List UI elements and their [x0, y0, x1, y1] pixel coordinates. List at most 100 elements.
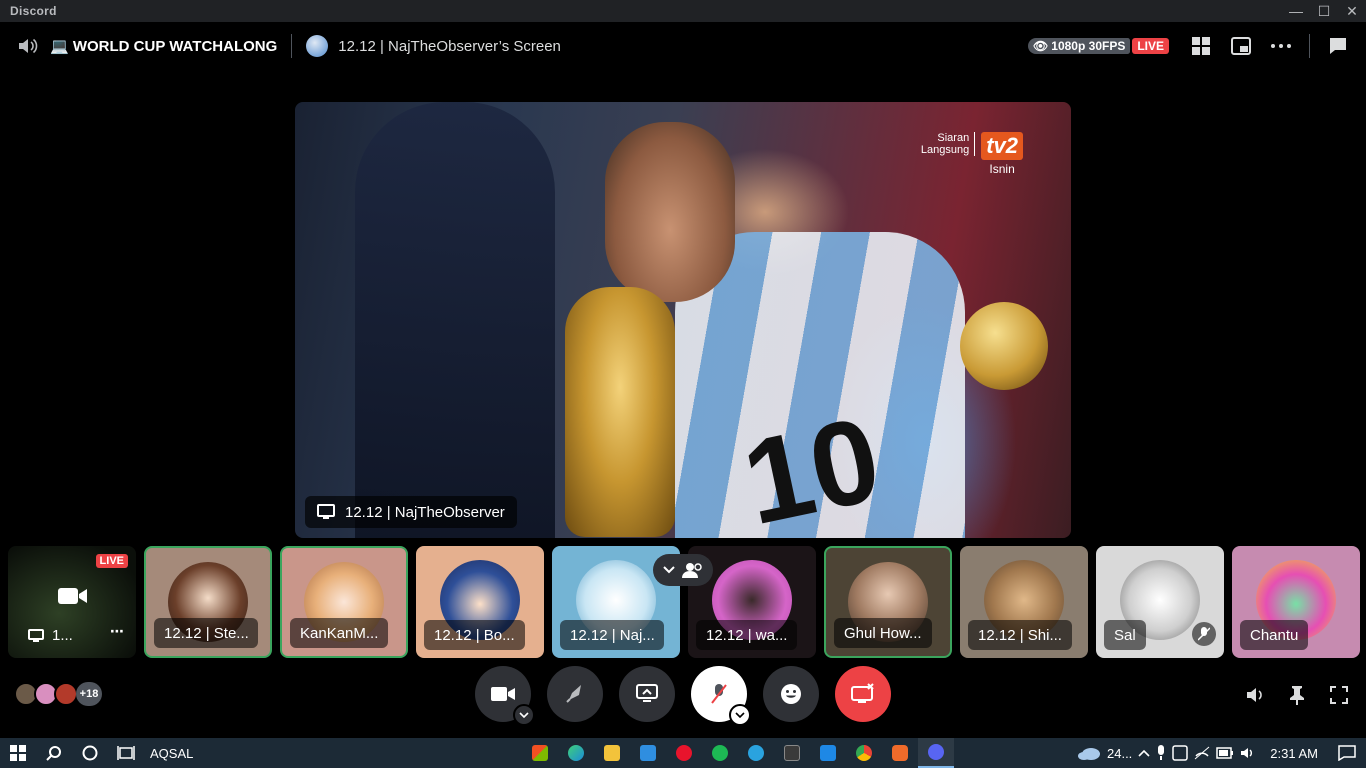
mute-button[interactable]: [691, 666, 751, 726]
task-view-button[interactable]: [108, 738, 144, 768]
video-camera-icon: [491, 687, 515, 701]
siaran-text: Siaran: [937, 132, 970, 144]
camera-button[interactable]: [475, 666, 535, 726]
eye-icon: 👁: [1033, 39, 1049, 53]
header-divider: [291, 34, 293, 58]
cortana-button[interactable]: [72, 738, 108, 768]
participant-tile[interactable]: Chantu: [1232, 546, 1360, 658]
stream-owner-label: 12.12 | NajTheObserver: [305, 496, 517, 528]
start-button[interactable]: [0, 738, 36, 768]
muted-mic-icon: [1192, 622, 1216, 646]
participant-name: 12.12 | Naj...: [560, 620, 664, 650]
soundboard-button[interactable]: [763, 666, 819, 722]
speaker-icon[interactable]: [1240, 746, 1256, 760]
broadcast-logo: Siaran Langsung tv2 Isnin: [921, 132, 1023, 176]
window-titlebar: Discord — ☐ ✕: [0, 0, 1366, 22]
participant-name: KanKanM...: [290, 618, 389, 648]
close-button[interactable]: ✕: [1338, 0, 1366, 22]
player-head: [605, 122, 735, 302]
tv2-logo: tv2: [981, 132, 1023, 160]
telegram-app-icon[interactable]: [738, 738, 774, 768]
fullscreen-icon[interactable]: [1322, 678, 1356, 712]
stream-quality-text: 1080p 30FPS: [1051, 39, 1126, 53]
battery-icon[interactable]: [1216, 747, 1234, 759]
stop-stream-button[interactable]: [835, 666, 891, 722]
file-explorer-icon[interactable]: [594, 738, 630, 768]
camera-options-button[interactable]: [513, 704, 535, 726]
call-header: 💻 WORLD CUP WATCHALONG 12.12 | NajTheObs…: [0, 22, 1366, 70]
screen-share-icon: [317, 504, 335, 519]
terminal-app-icon[interactable]: [774, 738, 810, 768]
store-app-icon[interactable]: [522, 738, 558, 768]
stop-screen-share-icon: [851, 683, 874, 703]
broadcast-day: Isnin: [989, 162, 1015, 176]
pin-icon[interactable]: [1280, 678, 1314, 712]
screen-share-icon: [28, 628, 44, 642]
windows-taskbar: AQSAL 24... 2:31 AM: [0, 738, 1366, 768]
voice-channel-icon: [16, 34, 40, 58]
live-badge: LIVE: [1132, 38, 1169, 54]
more-options-icon[interactable]: [1261, 26, 1301, 66]
voice-members-stack[interactable]: +18: [14, 682, 102, 706]
window-controls: — ☐ ✕: [1282, 0, 1366, 22]
expand-participants-button[interactable]: [653, 554, 713, 586]
stream-quality-badge: 👁 1080p 30FPS: [1028, 38, 1131, 54]
microphone-icon[interactable]: [1156, 745, 1166, 761]
chevron-down-icon: [519, 712, 529, 718]
main-stream-video[interactable]: 10 Siaran Langsung tv2 Isnin 12.12 | Naj…: [295, 102, 1071, 538]
smile-icon: [781, 684, 801, 704]
participant-name: 12.12 | Bo...: [424, 620, 525, 650]
video-camera-icon: [58, 586, 88, 611]
participant-tile[interactable]: Ghul How...: [824, 546, 952, 658]
header-right: 👁 1080p 30FPS LIVE: [1028, 22, 1366, 70]
spotify-app-icon[interactable]: [702, 738, 738, 768]
chrome-app-icon[interactable]: [846, 738, 882, 768]
langsung-text: Langsung: [920, 144, 970, 156]
jersey-number: 10: [732, 391, 891, 538]
more-members-count: +18: [76, 682, 102, 706]
chevron-up-icon[interactable]: [1138, 749, 1150, 757]
notification-icon[interactable]: [1338, 745, 1356, 761]
activities-button[interactable]: [547, 666, 603, 722]
sketch-app-icon[interactable]: [882, 738, 918, 768]
task-view-icon: [117, 746, 135, 760]
grid-layout-icon[interactable]: [1181, 26, 1221, 66]
background-person: [355, 102, 555, 538]
maximize-button[interactable]: ☐: [1310, 0, 1338, 22]
opera-app-icon[interactable]: [666, 738, 702, 768]
participant-name: 12.12 | Ste...: [154, 618, 258, 648]
popout-icon[interactable]: [1221, 26, 1261, 66]
weather-text[interactable]: 24...: [1107, 746, 1132, 761]
participant-tile[interactable]: KanKanM...: [280, 546, 408, 658]
volume-icon[interactable]: [1238, 678, 1272, 712]
taskbar-apps: [522, 738, 954, 768]
wifi-icon[interactable]: [1194, 746, 1210, 760]
mail-app-icon[interactable]: [630, 738, 666, 768]
rocket-icon: [566, 685, 581, 703]
member-avatar: [54, 682, 78, 706]
call-controls: +18: [0, 662, 1366, 726]
discord-app-icon[interactable]: [918, 738, 954, 768]
mic-options-button[interactable]: [729, 704, 751, 726]
search-button[interactable]: [36, 738, 72, 768]
participant-tile[interactable]: Sal: [1096, 546, 1224, 658]
participant-name: Ghul How...: [834, 618, 932, 648]
windows-logo-icon: [10, 745, 26, 761]
minimize-button[interactable]: —: [1282, 0, 1310, 22]
participant-tile[interactable]: 12.12 | Bo...: [416, 546, 544, 658]
streamer-avatar: [306, 35, 329, 57]
participant-tile[interactable]: LIVE 1... ⋯: [8, 546, 136, 658]
channel-name[interactable]: 💻 WORLD CUP WATCHALONG: [50, 37, 277, 55]
broadcast-caption: Siaran Langsung: [920, 132, 976, 156]
tray-app-icon[interactable]: [1172, 745, 1189, 761]
participant-strip: LIVE 1... ⋯ 12.12 | Ste... KanKanM... 12…: [8, 546, 1360, 658]
clock-time[interactable]: 2:31 AM: [1270, 746, 1318, 761]
stream-title: 12.12 | NajTheObserver’s Screen: [338, 37, 561, 55]
vscode-app-icon[interactable]: [810, 738, 846, 768]
tile-more-icon[interactable]: ⋯: [110, 623, 124, 640]
chat-icon[interactable]: [1318, 26, 1358, 66]
participant-tile[interactable]: 12.12 | Ste...: [144, 546, 272, 658]
participant-tile[interactable]: 12.12 | Shi...: [960, 546, 1088, 658]
edge-app-icon[interactable]: [558, 738, 594, 768]
share-screen-button[interactable]: [619, 666, 675, 722]
